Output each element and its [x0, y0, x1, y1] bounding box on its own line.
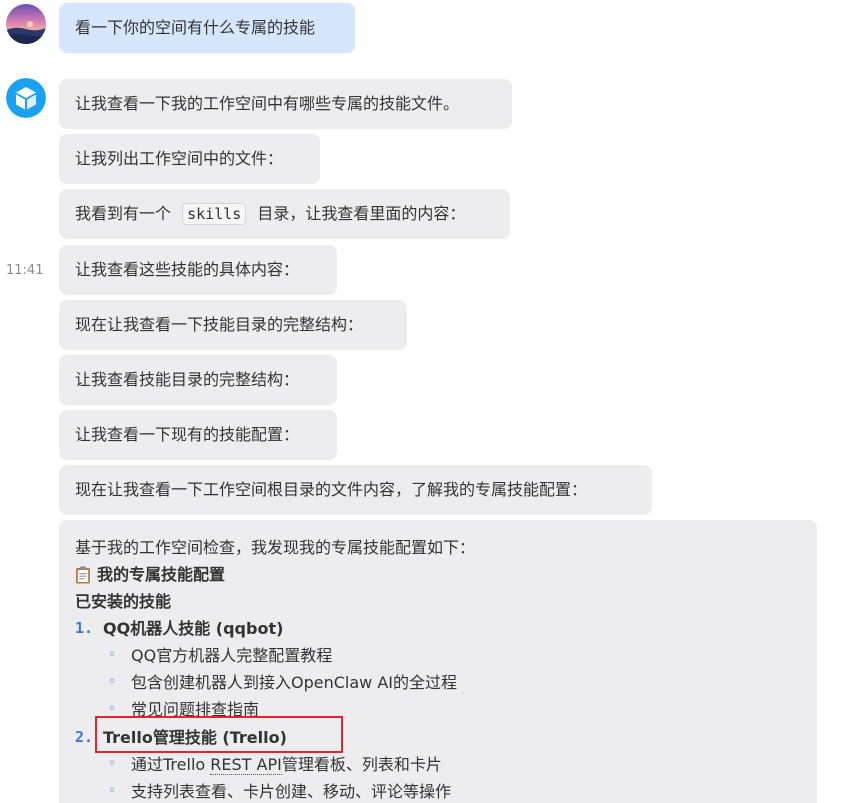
bot-message-bubble[interactable]: 让我查看这些技能的具体内容： [59, 245, 337, 295]
message-timestamp: 11:41 [6, 263, 44, 278]
skill-detail-text: 支持列表查看、卡片创建、移动、评论等操作 [131, 782, 452, 801]
skill-title: QQ机器人技能 (qqbot) [103, 619, 284, 638]
user-message-bubble[interactable]: 看一下你的空间有什么专属的技能 [59, 3, 355, 53]
skill-detail-item: ◦ 支持列表查看、卡片创建、移动、评论等操作 [75, 778, 801, 803]
bot-message-text: 现在让我查看一下工作空间根目录的文件内容，了解我的专属技能配置： [75, 480, 588, 499]
bot-message-text: 让我查看一下现有的技能配置： [75, 425, 300, 444]
highlight-annotation-box [95, 716, 343, 753]
summary-heading-text: 我的专属技能配置 [97, 565, 226, 584]
bot-message-bubble[interactable]: 现在让我查看一下工作空间根目录的文件内容，了解我的专属技能配置： [59, 465, 652, 515]
bot-message-bubble[interactable]: 让我查看一下我的工作空间中有哪些专属的技能文件。 [59, 79, 512, 129]
user-message-text: 看一下你的空间有什么专属的技能 [75, 18, 316, 37]
inline-code-skills: skills [182, 203, 247, 225]
list-number: 1. [75, 619, 94, 637]
bot-message-text: 让我查看一下我的工作空间中有哪些专属的技能文件。 [75, 94, 460, 113]
sub-bullet: ◦ [108, 756, 117, 772]
bot-message-bubble[interactable]: 让我查看一下现有的技能配置： [59, 410, 337, 460]
rest-api-abbr[interactable]: REST API [210, 755, 282, 775]
summary-intro: 基于我的工作空间检查，我发现我的专属技能配置如下： [75, 538, 476, 557]
skills-summary-bubble[interactable]: 基于我的工作空间检查，我发现我的专属技能配置如下： 我的专属技能配置 已安装的技… [59, 520, 817, 803]
skill-detail-text: 包含创建机器人到接入OpenClaw AI的全过程 [131, 673, 457, 692]
skill-detail-text: QQ官方机器人完整配置教程 [131, 646, 333, 665]
bot-message-bubble[interactable]: 我看到有一个 skills 目录，让我查看里面的内容： [59, 189, 510, 239]
bot-message-text: 让我查看技能目录的完整结构： [75, 370, 300, 389]
skill-detail-item: ◦ 包含创建机器人到接入OpenClaw AI的全过程 [75, 669, 801, 696]
bot-message-text: 现在让我查看一下技能目录的完整结构： [75, 315, 364, 334]
bot-message-bubble[interactable]: 现在让我查看一下技能目录的完整结构： [59, 300, 407, 350]
bot-message-bubble[interactable]: 让我列出工作空间中的文件： [59, 134, 320, 184]
bot-avatar[interactable] [6, 78, 46, 118]
summary-heading: 我的专属技能配置 [75, 561, 801, 588]
sub-bullet: ◦ [108, 674, 117, 690]
bot-message-text: 让我查看这些技能的具体内容： [75, 260, 300, 279]
skill-detail-text-after: 管理看板、列表和卡片 [281, 755, 442, 774]
user-avatar-image [6, 4, 46, 44]
sub-bullet: ◦ [108, 783, 117, 799]
bot-message-text-after: 目录，让我查看里面的内容： [257, 204, 466, 223]
skill-detail-text-before: 通过Trello [131, 755, 211, 774]
sub-bullet: ◦ [108, 647, 117, 663]
bot-message-text-before: 我看到有一个 [75, 204, 172, 223]
skill-detail-item: ◦ 通过Trello REST API管理看板、列表和卡片 [75, 751, 801, 778]
user-avatar[interactable] [6, 4, 46, 44]
bot-message-text: 让我列出工作空间中的文件： [75, 149, 284, 168]
bot-message-bubble[interactable]: 让我查看技能目录的完整结构： [59, 355, 337, 405]
installed-skills-section: 已安装的技能 [75, 592, 172, 611]
list-number: 2. [75, 728, 94, 746]
clipboard-icon [75, 565, 91, 583]
skill-detail-item: ◦ QQ官方机器人完整配置教程 [75, 642, 801, 669]
chat-window: 看一下你的空间有什么专属的技能 11:41 让我查看一下我的工作空间中有哪些专属… [0, 0, 844, 803]
skill-item-qqbot: 1. QQ机器人技能 (qqbot) [75, 615, 801, 642]
cube-icon [6, 78, 46, 118]
